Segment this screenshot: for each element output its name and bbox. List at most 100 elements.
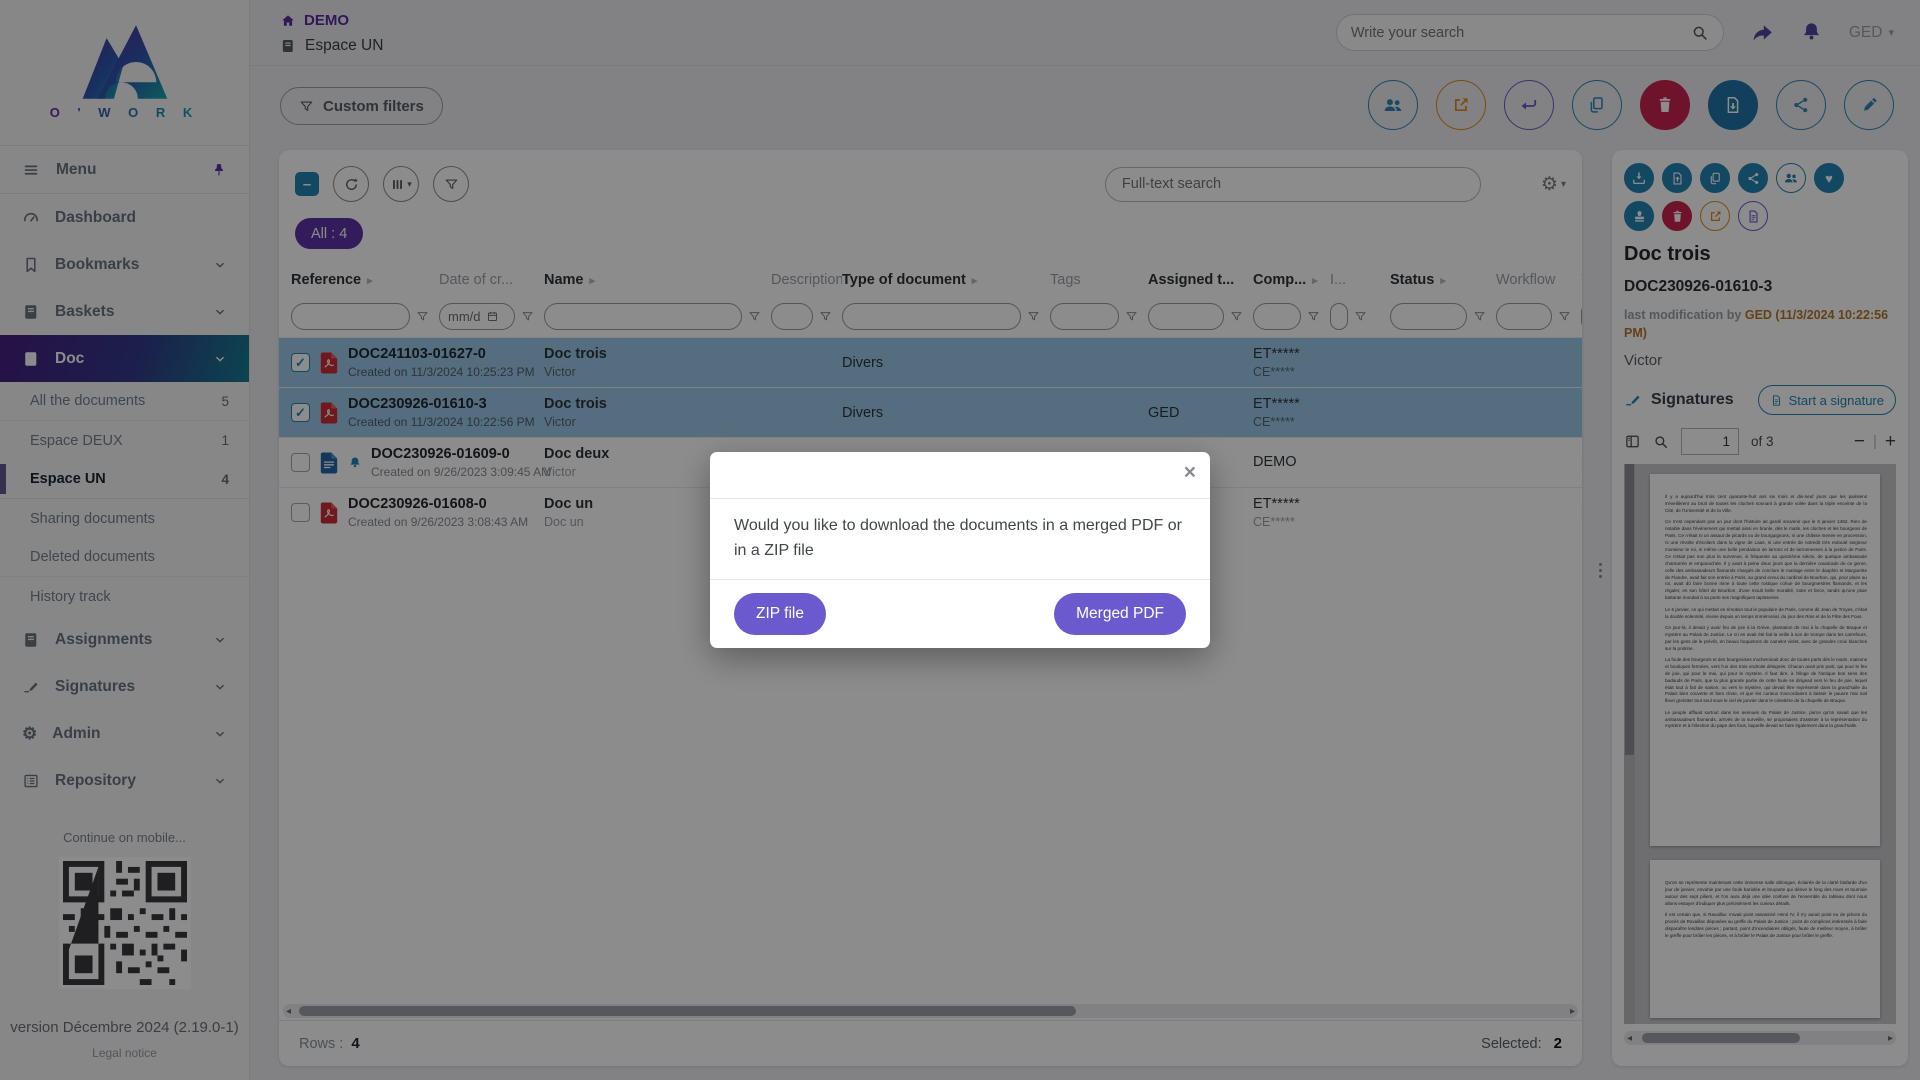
doc-reference[interactable]: DOC241103-01627-0 [348, 346, 486, 362]
doc-reference[interactable]: DOC230926-01609-0 [371, 446, 510, 462]
filter-button[interactable] [433, 166, 469, 202]
funnel-icon[interactable] [1125, 310, 1138, 323]
sidebar-item-espace-un[interactable]: Espace UN 4 [0, 460, 249, 499]
sidebar-item-doc[interactable]: Doc [0, 335, 249, 382]
filter-tags-input[interactable] [1050, 303, 1119, 330]
table-horizontal-scrollbar[interactable]: ◂ ▸ [283, 1004, 1578, 1018]
row-checkbox[interactable]: ✓ [291, 403, 310, 422]
close-icon[interactable]: × [1184, 462, 1196, 483]
filter-assigned-input[interactable] [1148, 303, 1224, 330]
open-external-button[interactable] [1436, 80, 1486, 130]
hamburger-icon[interactable] [22, 161, 40, 179]
panel-stamp-button[interactable] [1624, 201, 1654, 231]
doc-reference[interactable]: DOC230926-01608-0 [348, 496, 487, 512]
share-button[interactable] [1776, 80, 1826, 130]
breadcrumb-space[interactable]: Espace UN [280, 37, 383, 55]
panel-properties-button[interactable] [1738, 201, 1768, 231]
bell-icon[interactable] [1800, 21, 1823, 44]
forward-share-icon[interactable] [1750, 21, 1774, 45]
scroll-left-icon[interactable]: ◂ [1627, 1031, 1632, 1045]
sidebar-item-repository[interactable]: Repository [0, 757, 249, 804]
scroll-right-icon[interactable]: ▸ [1888, 1031, 1893, 1045]
page-number-input[interactable] [1681, 428, 1739, 455]
scrollbar-thumb[interactable] [299, 1006, 1076, 1016]
table-row[interactable]: ✓ DOC241103-01627-0Created on 11/3/2024 … [279, 337, 1582, 387]
row-checkbox[interactable] [291, 503, 310, 522]
panel-upload-version-button[interactable] [1662, 163, 1692, 193]
merged-pdf-button[interactable]: Merged PDF [1054, 593, 1186, 635]
start-signature-button[interactable]: Start a signature [1758, 385, 1896, 415]
sidebar-item-deleted-documents[interactable]: Deleted documents [0, 538, 249, 577]
panel-duplicate-button[interactable] [1700, 163, 1730, 193]
sidebar-item-bookmarks[interactable]: Bookmarks [0, 241, 249, 288]
sidebar-item-history-track[interactable]: History track [0, 577, 249, 616]
delete-button[interactable] [1640, 80, 1690, 130]
download-button[interactable] [1708, 80, 1758, 130]
sidebar-toggle-icon[interactable] [1624, 433, 1641, 450]
filter-y-input[interactable] [1581, 303, 1582, 330]
panel-resize-handle[interactable] [1596, 540, 1604, 600]
sidebar-item-sharing-documents[interactable]: Sharing documents [0, 499, 249, 538]
col-status[interactable]: Status▸ [1390, 272, 1496, 288]
column-chooser-button[interactable]: ▾ [383, 166, 419, 202]
funnel-icon[interactable] [521, 310, 534, 323]
col-description[interactable]: Description [771, 272, 842, 288]
table-settings-button[interactable]: ⚙▾ [1541, 173, 1566, 196]
select-all-checkbox[interactable]: – [295, 172, 319, 196]
col-name[interactable]: Name▸ [544, 272, 771, 288]
pdf-horizontal-scrollbar[interactable]: ◂ ▸ [1624, 1031, 1896, 1045]
doc-reference[interactable]: DOC230926-01610-3 [348, 396, 487, 412]
panel-delete-button[interactable] [1662, 201, 1692, 231]
funnel-icon[interactable] [1230, 310, 1243, 323]
zip-file-button[interactable]: ZIP file [734, 593, 826, 635]
row-checkbox[interactable]: ✓ [291, 353, 310, 372]
col-company[interactable]: Comp...▸ [1253, 272, 1330, 288]
scrollbar-thumb[interactable] [1625, 464, 1634, 755]
row-checkbox[interactable] [291, 453, 310, 472]
fulltext-search-input[interactable] [1122, 176, 1464, 192]
col-y[interactable]: Y... [1581, 272, 1582, 288]
sidebar-item-baskets[interactable]: Baskets [0, 288, 249, 335]
col-reference[interactable]: Reference▸ [291, 272, 439, 288]
profile-menu[interactable]: GED ▾ [1849, 24, 1894, 42]
filter-company-input[interactable] [1253, 303, 1301, 330]
custom-filters-button[interactable]: Custom filters [280, 87, 443, 125]
assign-users-button[interactable] [1368, 80, 1418, 130]
calendar-icon[interactable] [486, 310, 499, 323]
pin-icon[interactable] [211, 162, 227, 178]
filter-i-input[interactable] [1330, 303, 1348, 330]
col-type[interactable]: Type of document▸ [842, 272, 1050, 288]
panel-download-button[interactable] [1624, 163, 1654, 193]
scroll-right-icon[interactable]: ▸ [1570, 1004, 1575, 1018]
funnel-icon[interactable] [819, 310, 832, 323]
edit-button[interactable] [1844, 80, 1894, 130]
breadcrumb-workspace[interactable]: DEMO [280, 12, 349, 29]
sidebar-item-dashboard[interactable]: Dashboard [0, 194, 249, 241]
funnel-icon[interactable] [1027, 310, 1040, 323]
sidebar-item-espace-deux[interactable]: Espace DEUX 1 [0, 421, 249, 460]
sidebar-item-admin[interactable]: ⚙ Admin [0, 710, 249, 757]
refresh-button[interactable] [333, 166, 369, 202]
filter-status-input[interactable] [1390, 303, 1467, 330]
pdf-preview-area[interactable]: Il y a aujourd'hui trois cent quarante-h… [1624, 464, 1896, 1024]
zoom-out-icon[interactable]: − [1854, 431, 1865, 453]
duplicate-button[interactable] [1572, 80, 1622, 130]
col-date[interactable]: Date of cr... [439, 272, 544, 288]
global-search-input[interactable] [1351, 25, 1691, 41]
zoom-in-icon[interactable]: + [1885, 431, 1896, 453]
sidebar-item-all-documents[interactable]: All the documents 5 [0, 382, 249, 421]
search-icon[interactable] [1653, 434, 1669, 450]
col-workflow[interactable]: Workflow [1496, 272, 1581, 288]
col-i[interactable]: I... [1330, 272, 1390, 288]
filter-date-input[interactable]: mm/d [439, 303, 515, 330]
funnel-icon[interactable] [1307, 310, 1320, 323]
filter-reference-input[interactable] [291, 303, 410, 330]
scroll-left-icon[interactable]: ◂ [286, 1004, 291, 1018]
filter-workflow-input[interactable] [1496, 303, 1552, 330]
panel-favorite-button[interactable]: ♥ [1814, 163, 1844, 193]
panel-share-button[interactable] [1738, 163, 1768, 193]
filter-type-input[interactable] [842, 303, 1021, 330]
scrollbar-thumb[interactable] [1642, 1033, 1800, 1043]
col-assigned[interactable]: Assigned t... [1148, 272, 1253, 288]
pdf-vertical-scrollbar[interactable] [1624, 464, 1635, 1024]
